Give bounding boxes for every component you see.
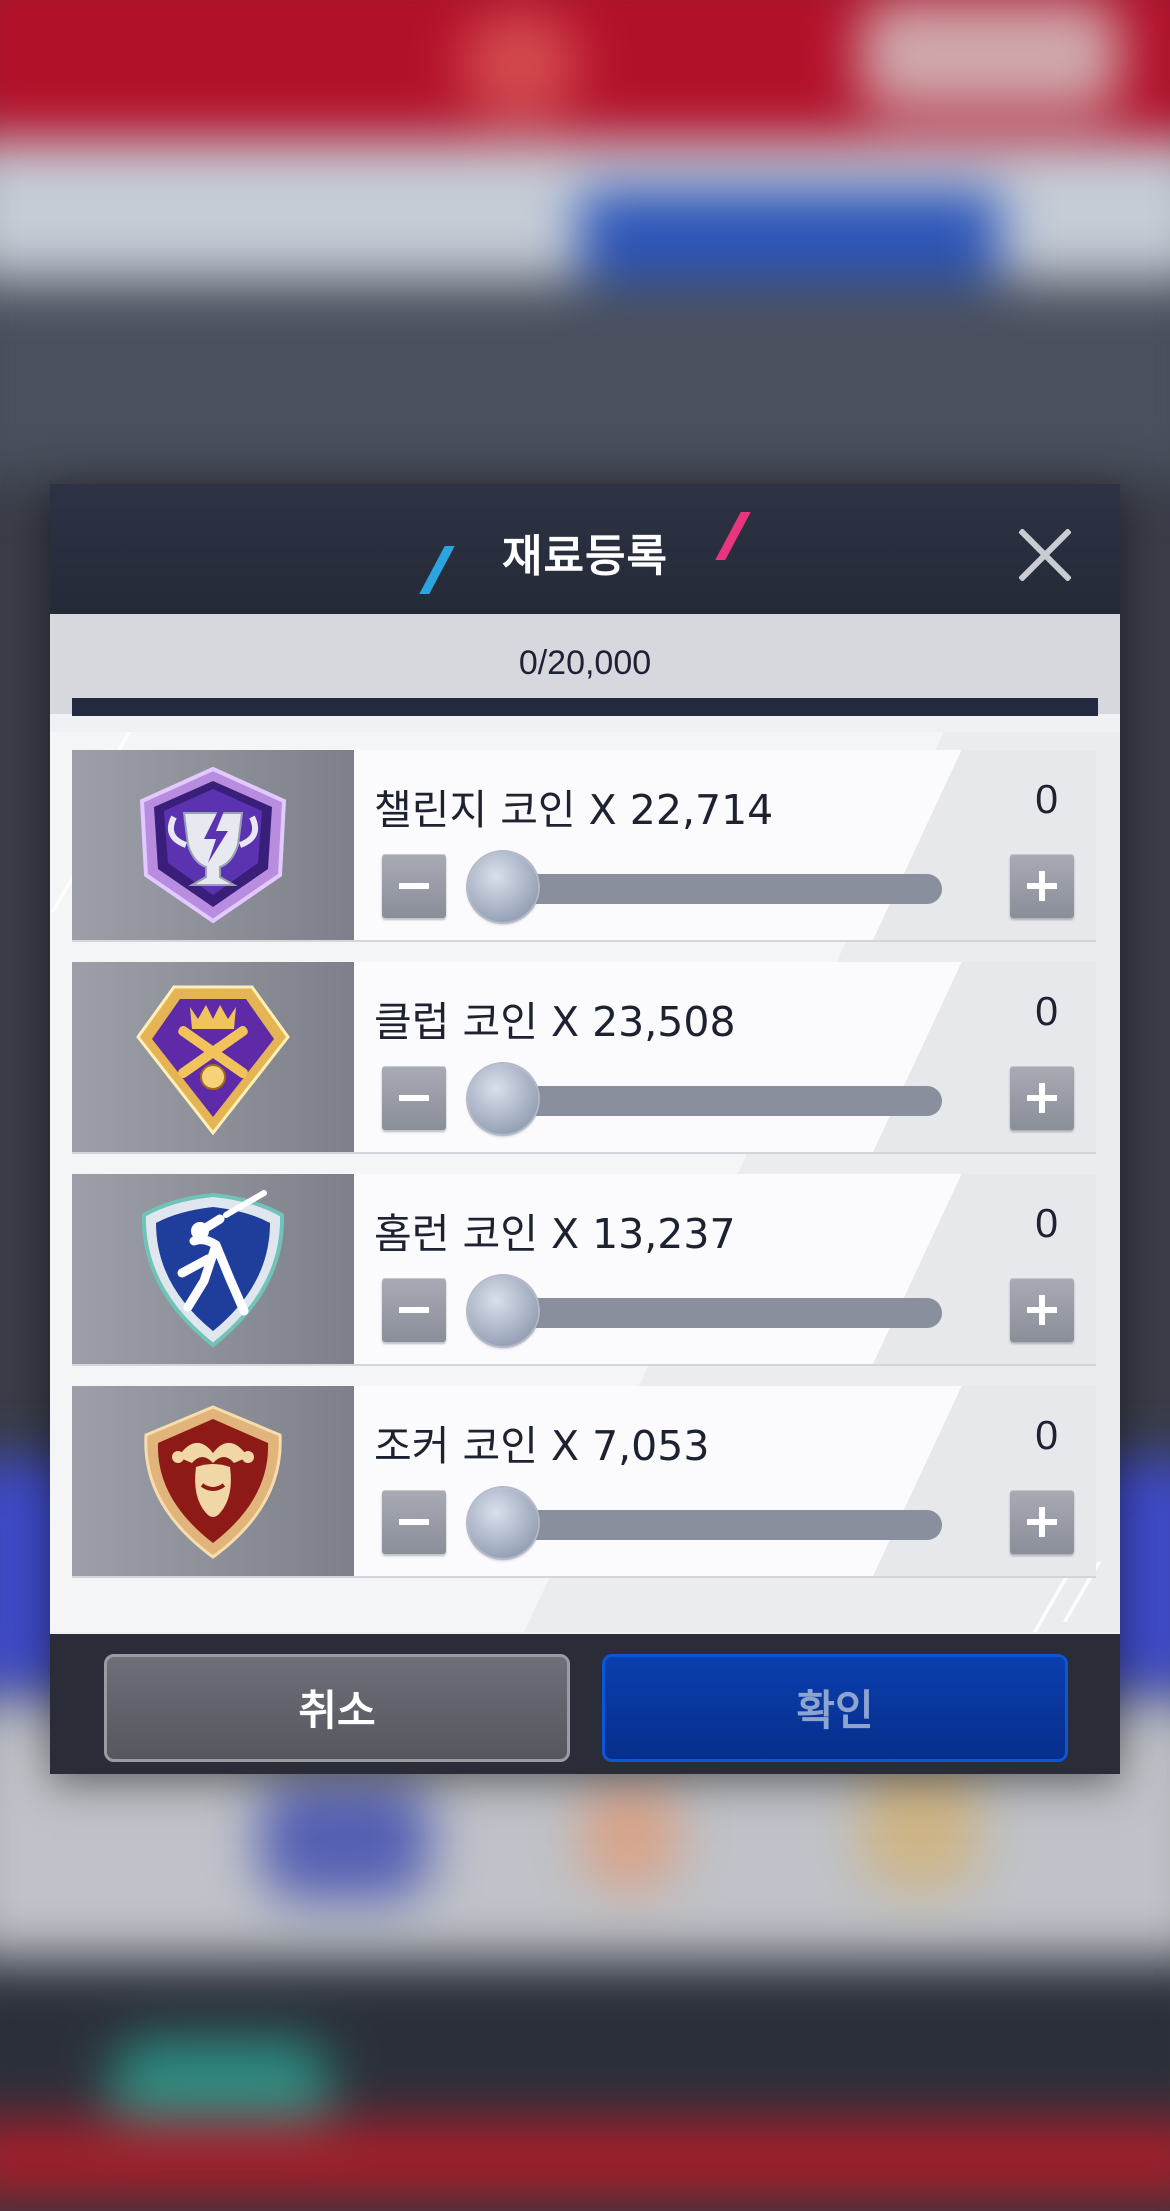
quantity-slider-track[interactable]: [472, 1086, 942, 1116]
item-label: 클럽 코인 X 23,508: [374, 998, 736, 1046]
list-item: 챌린지 코인 X 22,714 0: [72, 750, 1096, 940]
joker-coin-icon: [144, 1405, 282, 1559]
item-icon-box: [72, 1174, 354, 1364]
item-count: 0: [1035, 988, 1058, 1034]
item-label: 홈런 코인 X 13,237: [374, 1210, 736, 1258]
item-list: 챌린지 코인 X 22,714 0 클럽 코인 X 23,508 0 홈런 코인…: [50, 732, 1120, 1632]
item-icon-box: [72, 1386, 354, 1576]
quantity-slider-handle[interactable]: [468, 1276, 538, 1346]
club-coin-icon: [136, 985, 290, 1136]
quantity-slider-handle[interactable]: [468, 1488, 538, 1558]
increase-button[interactable]: [1010, 1066, 1074, 1130]
item-icon-box: [72, 750, 354, 940]
quantity-slider-track[interactable]: [472, 874, 942, 904]
confirm-button[interactable]: 확인: [602, 1654, 1068, 1762]
decrease-button[interactable]: [382, 854, 446, 918]
item-label: 조커 코인 X 7,053: [374, 1422, 710, 1470]
quantity-slider-handle[interactable]: [468, 852, 538, 922]
quantity-slider-handle[interactable]: [468, 1064, 538, 1134]
dialog-header: 재료등록: [50, 484, 1120, 614]
decrease-button[interactable]: [382, 1490, 446, 1554]
progress-text: 0/20,000: [518, 644, 652, 682]
increase-button[interactable]: [1010, 1278, 1074, 1342]
close-icon[interactable]: [1014, 524, 1076, 586]
increase-button[interactable]: [1010, 1490, 1074, 1554]
decrease-button[interactable]: [382, 1278, 446, 1342]
item-icon-box: [72, 962, 354, 1152]
item-count: 0: [1035, 776, 1058, 822]
list-item: 조커 코인 X 7,053 0: [72, 1386, 1096, 1576]
item-count: 0: [1035, 1412, 1058, 1458]
quantity-slider-track[interactable]: [472, 1298, 942, 1328]
cancel-button[interactable]: 취소: [104, 1654, 570, 1762]
challenge-coin-icon: [139, 766, 287, 924]
dialog-footer: 취소 확인: [50, 1634, 1120, 1774]
item-label: 챌린지 코인 X 22,714: [374, 786, 774, 834]
increase-button[interactable]: [1010, 854, 1074, 918]
item-count: 0: [1035, 1200, 1058, 1246]
list-item: 홈런 코인 X 13,237 0: [72, 1174, 1096, 1364]
homerun-coin-icon: [141, 1190, 285, 1348]
material-register-dialog: 재료등록 0/20,000 챌린지 코인 X 22,714 0 클럽 코인 X …: [50, 484, 1120, 1774]
decor-stripe: [1032, 1572, 1072, 1632]
decrease-button[interactable]: [382, 1066, 446, 1130]
list-item: 클럽 코인 X 23,508 0: [72, 962, 1096, 1152]
dialog-title: 재료등록: [502, 531, 668, 582]
progress-bar: [72, 698, 1098, 716]
quantity-slider-track[interactable]: [472, 1510, 942, 1540]
